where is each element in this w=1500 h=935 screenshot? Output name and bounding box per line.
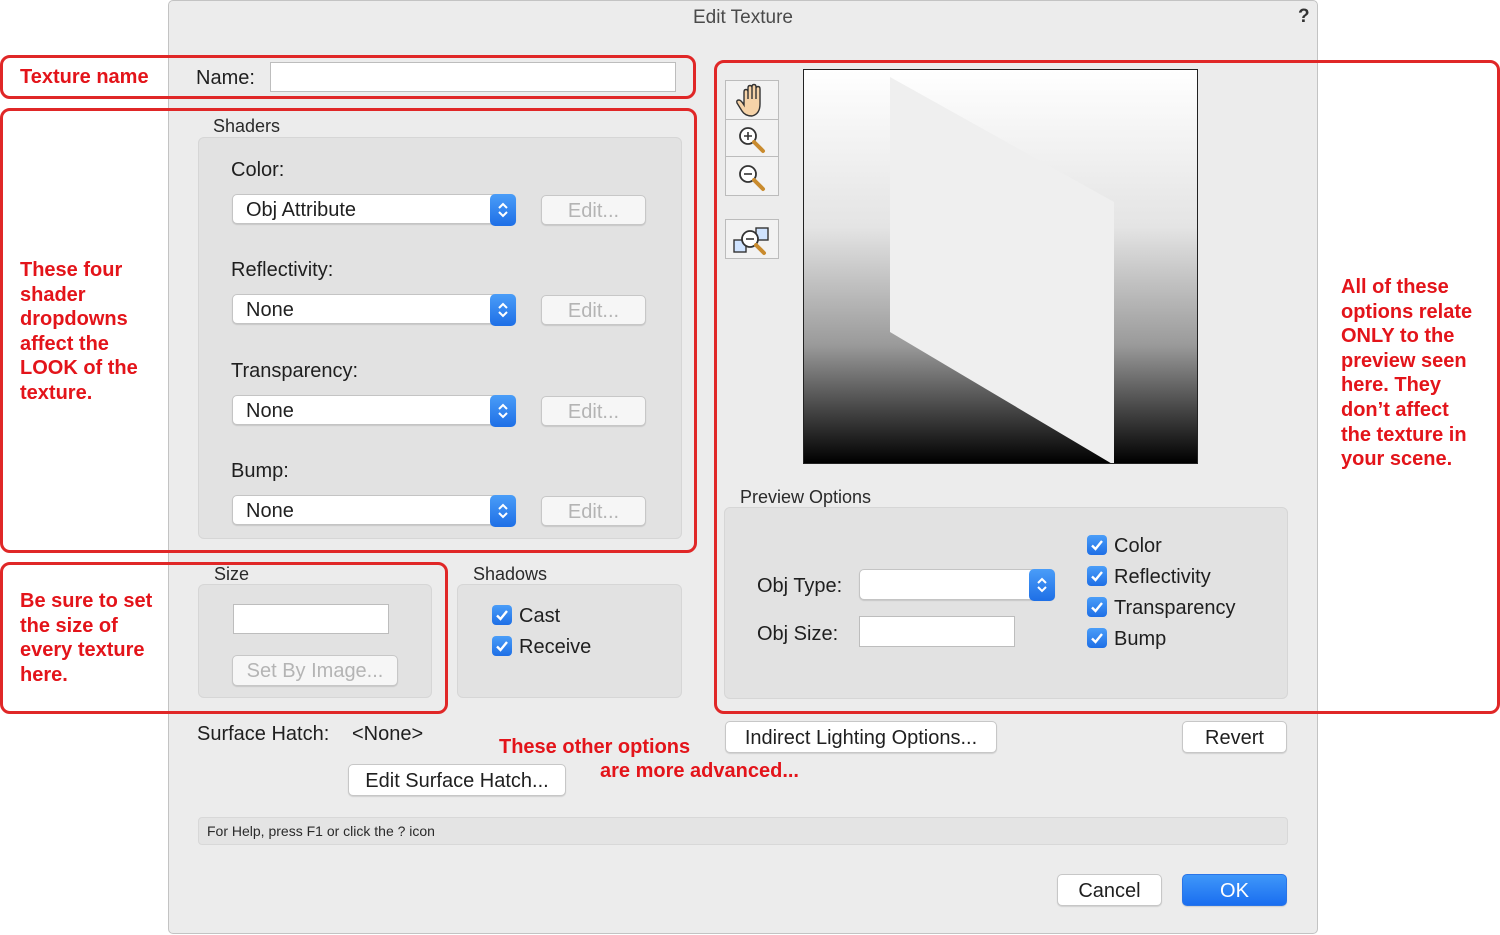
shadows-group-label: Shadows bbox=[473, 564, 548, 584]
size-note: Be sure to set the size of every texture he… bbox=[20, 590, 153, 686]
surface-hatch-label: Surface Hatch: bbox=[197, 723, 330, 745]
dialog-title: Edit Texture bbox=[693, 7, 793, 28]
revert-button[interactable]: Revert bbox=[1182, 721, 1287, 753]
receive-label: Receive bbox=[519, 636, 592, 658]
preview-note: All of these options relate ONLY to the pre… bbox=[1341, 276, 1473, 471]
indirect-lighting-button[interactable]: Indirect Lighting Options... bbox=[725, 721, 997, 753]
cancel-button[interactable]: Cancel bbox=[1057, 874, 1162, 906]
shaders-note: These four shader dropdowns affect the LOOK … bbox=[20, 259, 138, 404]
advanced-note-line1: These other options bbox=[499, 736, 691, 758]
cast-checkbox[interactable] bbox=[492, 605, 512, 625]
status-bar: For Help, press F1 or click the ? icon bbox=[198, 817, 1288, 845]
texture-name-note: Texture name bbox=[20, 66, 149, 88]
surface-hatch-value: <None> bbox=[352, 723, 424, 745]
help-icon[interactable]: ? bbox=[1298, 6, 1310, 28]
edit-surface-hatch-button[interactable]: Edit Surface Hatch... bbox=[348, 764, 566, 796]
advanced-note-line2: are more advanced... bbox=[600, 760, 799, 782]
cast-label: Cast bbox=[519, 605, 561, 627]
receive-checkbox[interactable] bbox=[492, 636, 512, 656]
ok-button[interactable]: OK bbox=[1182, 874, 1287, 906]
